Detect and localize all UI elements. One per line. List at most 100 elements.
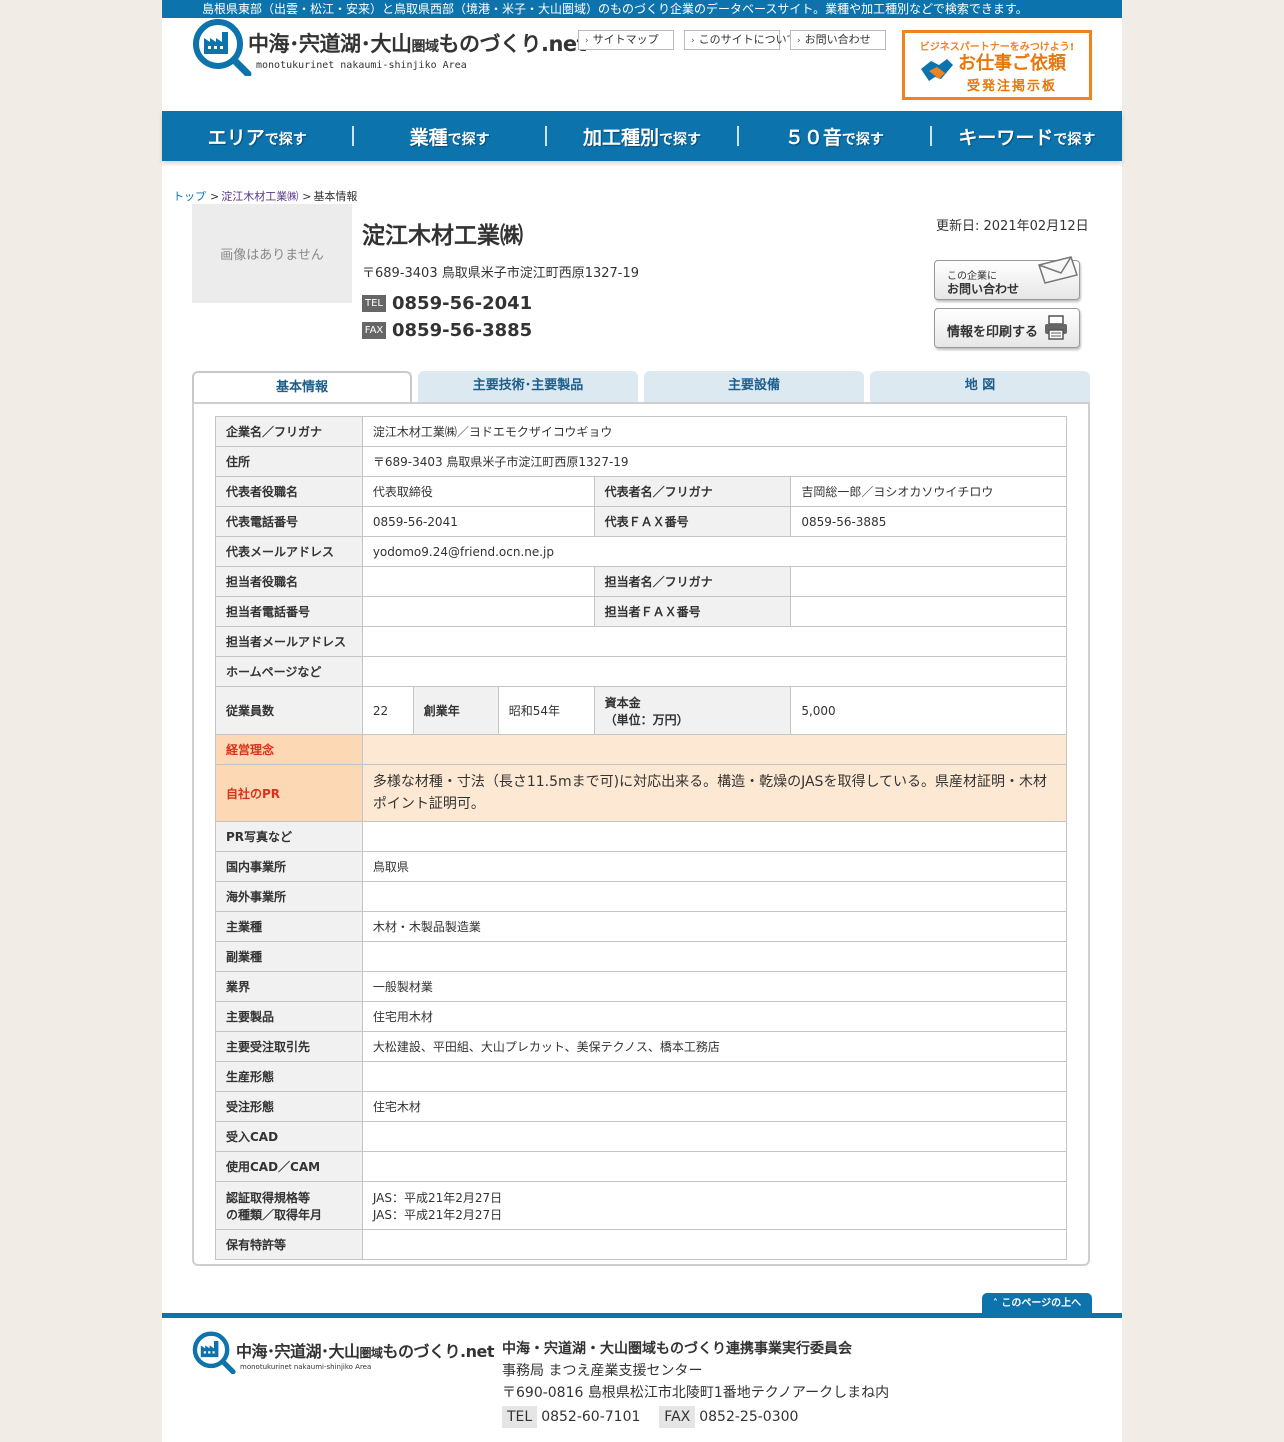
table-row: 経営理念 [215,734,1068,765]
row-value: 〒689-3403 鳥取県米子市淀江町西原1327-19 [361,446,1068,477]
table-row: 受入CAD [215,1121,1068,1152]
row-label: 担当者役職名 [215,566,363,597]
row-label: 生産形態 [215,1061,363,1092]
row-value [361,734,1068,765]
back-to-top-button[interactable]: ˄ このページの上へ [982,1293,1092,1315]
table-row: 担当者電話番号 担当者ＦＡＸ番号 [215,596,1067,627]
row-value [361,821,1068,852]
site-logo[interactable]: 中海･宍道湖･大山圏域ものづくり.net monotukurinet nakau… [192,18,587,78]
updated-date: 更新日: 2021年02月12日 [936,219,1089,234]
tab-map[interactable]: 地 図 [870,371,1090,403]
info-tabs: 基本情報 主要技術･主要製品 主要設備 地 図 [192,371,1090,405]
contact-company-button[interactable]: この企業に お問い合わせ [934,256,1080,300]
breadcrumb-company[interactable]: 淀江木材工業㈱ [221,190,298,203]
fax-number: 0859-56-3885 [392,320,533,341]
nav-search-industry[interactable]: 業種で探す [354,123,544,150]
row-label: 認証取得規格等 の種類／取得年月 [215,1181,363,1230]
row-label: 住所 [215,446,363,477]
row-label: 海外事業所 [215,881,363,912]
row-label: 副業種 [215,941,363,972]
rep-email-link[interactable]: yodomo9.24@friend.ocn.ne.jp [361,536,1068,567]
row-value [361,1061,1068,1092]
header: 中海･宍道湖･大山圏域ものづくり.net monotukurinet nakau… [162,18,1122,111]
row-value: 吉岡総一郎／ヨシオカソウイチロウ [790,476,1067,507]
utility-nav: › サイトマップ › このサイトについて › お問い合わせ [578,30,886,50]
table-row: 主要受注取引先 大松建設、平田組、大山プレカット、美保テクノス、橋本工務店 [215,1031,1068,1062]
row-label: 企業名／フリガナ [215,416,363,447]
row-value: 住宅用木材 [361,1001,1068,1032]
footer-logo[interactable]: 中海･宍道湖･大山圏域ものづくり.net monotukurinet nakau… [192,1330,495,1380]
footer-fax-badge: FAX [659,1406,696,1428]
footer-tel: 0852-60-7101 [541,1409,641,1425]
chevron-right-icon: › [585,36,589,46]
footer-logo-subtitle: monotukurinet nakaumi-shinjiko Area [240,1363,372,1371]
row-value [361,656,1068,687]
table-row: 使用CAD／CAM [215,1151,1068,1182]
banner-title: お仕事ご依頼 [958,53,1066,74]
row-label: 代表ＦＡＸ番号 [593,506,792,537]
tel-number: 0859-56-2041 [392,293,533,314]
row-label: 国内事業所 [215,851,363,882]
footer-office: 事務局 まつえ産業支援センター [502,1363,703,1379]
nav-search-area[interactable]: エリアで探す [162,123,352,150]
row-value: 22 [361,686,414,735]
row-label: 従業員数 [215,686,363,735]
row-label: 自社のPR [215,764,363,822]
row-value [361,626,1068,657]
table-row: 代表者役職名 代表取締役 代表者名／フリガナ 吉岡総一郎／ヨシオカソウイチロウ [215,476,1067,507]
print-info-button[interactable]: 情報を印刷する [934,308,1080,348]
row-value [361,941,1068,972]
basic-info-table: 企業名／フリガナ 淀江木材工業㈱／ヨドエモクザイコウギョウ 住所 〒689-34… [215,416,1068,1260]
tab-equipment[interactable]: 主要設備 [644,371,864,403]
row-label: 保有特許等 [215,1229,363,1260]
row-label: 担当者ＦＡＸ番号 [593,596,792,627]
nav-search-process[interactable]: 加工種別で探す [547,123,737,150]
breadcrumb: トップ > 淀江木材工業㈱ > 基本情報 [173,188,357,204]
nav-search-keyword[interactable]: キーワードで探す [932,123,1122,150]
row-label: 担当者名／フリガナ [593,566,792,597]
company-fax: FAX 0859-56-3885 [362,320,532,341]
row-label: 主業種 [215,911,363,942]
footer-divider [162,1313,1122,1318]
row-label: 代表者役職名 [215,476,363,507]
row-label: PR写真など [215,821,363,852]
row-value: 鳥取県 [361,851,1068,882]
row-value: 淀江木材工業㈱／ヨドエモクザイコウギョウ [361,416,1068,447]
factory-magnifier-icon [193,19,252,76]
page: 島根県東部（出雲・松江・安来）と鳥取県西部（境港・米子・大山圏域）のものづくり企… [162,0,1122,1442]
tab-basic-info[interactable]: 基本情報 [192,371,412,405]
contact-link[interactable]: › お問い合わせ [790,30,886,50]
job-board-banner[interactable]: ビジネスパートナーをみつけよう! お仕事ご依頼 受発注掲示板 [902,30,1092,100]
table-row: 受注形態 住宅木材 [215,1091,1068,1122]
table-row: 業界 一般製材業 [215,971,1068,1002]
row-value [361,1121,1068,1152]
banner-subtitle: 受発注掲示板 [966,79,1057,94]
table-row: 認証取得規格等 の種類／取得年月 JAS：平成21年2月27日 JAS：平成21年2… [215,1181,1068,1230]
row-label: 主要製品 [215,1001,363,1032]
row-value: JAS：平成21年2月27日 JAS：平成21年2月27日 [361,1181,1068,1230]
breadcrumb-home[interactable]: トップ [173,190,206,203]
row-value: 0859-56-2041 [361,506,595,537]
tab-technology-products[interactable]: 主要技術･主要製品 [418,371,638,403]
printer-icon [1045,315,1067,340]
row-label: 代表メールアドレス [215,536,363,567]
row-label: 担当者電話番号 [215,596,363,627]
footer-contact: TEL 0852-60-7101 FAX 0852-25-0300 [502,1406,889,1428]
row-label: 経営理念 [215,734,363,765]
footer-fax: 0852-25-0300 [699,1409,799,1425]
table-row: 代表メールアドレス yodomo9.24@friend.ocn.ne.jp [215,536,1068,567]
table-row: 代表電話番号 0859-56-2041 代表ＦＡＸ番号 0859-56-3885 [215,506,1067,537]
chevron-right-icon: › [691,36,695,46]
footer-tel-badge: TEL [502,1406,538,1428]
company-tel: TEL 0859-56-2041 [362,293,532,314]
table-row: 担当者メールアドレス [215,626,1068,657]
row-value [790,596,1067,627]
handshake-icon [921,59,953,81]
factory-magnifier-icon [192,1331,236,1374]
about-link[interactable]: › このサイトについて [684,30,797,50]
main-nav: エリアで探す 業種で探す 加工種別で探す ５０音で探す キーワードで探す [162,111,1122,161]
row-value [790,566,1067,597]
nav-search-syllabary[interactable]: ５０音で探す [739,123,929,150]
row-value: 5,000 [790,686,1067,735]
sitemap-link[interactable]: › サイトマップ [578,30,674,50]
